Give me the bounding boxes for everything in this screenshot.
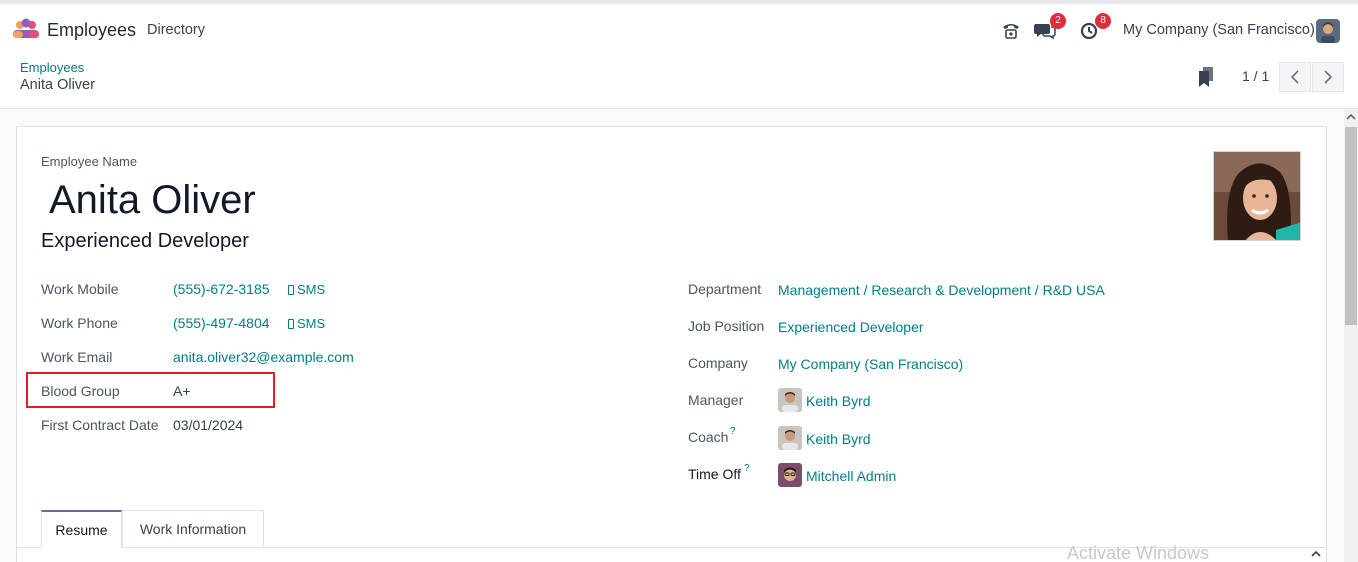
employees-app-icon[interactable] [12, 18, 40, 40]
employee-photo[interactable] [1213, 151, 1301, 241]
manager-avatar[interactable] [778, 388, 802, 412]
company-link[interactable]: My Company (San Francisco) [778, 356, 963, 372]
time-off-link[interactable]: Mitchell Admin [806, 468, 896, 484]
tab-work-information-label: Work Information [139, 521, 247, 537]
company-label: Company [688, 355, 748, 371]
first-contract-date-field[interactable]: 03/01/2024 [173, 417, 243, 433]
department-label: Department [688, 281, 762, 297]
breadcrumb-parent[interactable]: Employees [20, 60, 84, 75]
top-navbar: Employees Directory 2 8 My Company (San … [0, 0, 1358, 54]
tab-work-information[interactable]: Work Information [122, 510, 264, 548]
menu-directory[interactable]: Directory [147, 22, 205, 38]
chevron-left-icon [1290, 70, 1299, 84]
activity-clock-icon[interactable]: 8 [1078, 13, 1111, 42]
employee-name-field[interactable]: Anita Oliver [49, 177, 256, 223]
tab-resume-label: Resume [55, 521, 108, 538]
work-phone-sms-button[interactable]: SMS [288, 316, 325, 331]
company-switcher[interactable]: My Company (San Francisco) [1123, 22, 1315, 38]
mobile-icon [288, 318, 294, 329]
breadcrumb-current: Anita Oliver [20, 77, 95, 93]
mobile-icon [288, 284, 294, 295]
coach-avatar[interactable] [778, 426, 802, 450]
bookmark-icon[interactable] [1197, 66, 1215, 88]
sms-label: SMS [297, 282, 326, 297]
chat-icon[interactable]: 2 [1033, 13, 1066, 42]
time-off-help-icon[interactable]: ? [744, 463, 750, 474]
tab-resume[interactable]: Resume [41, 510, 122, 548]
work-phone-label: Work Phone [41, 315, 118, 331]
coach-link[interactable]: Keith Byrd [806, 431, 871, 447]
employee-name-label: Employee Name [41, 154, 138, 169]
coach-label: Coach [688, 429, 729, 445]
scroll-up-arrow-icon[interactable] [1346, 112, 1356, 122]
pager-next-button[interactable] [1312, 62, 1344, 92]
sms-label: SMS [297, 316, 326, 331]
pager-previous-button[interactable] [1279, 62, 1311, 92]
blood-group-field[interactable]: A+ [173, 383, 191, 399]
scrollbar-thumb[interactable] [1345, 127, 1357, 325]
job-position-link[interactable]: Experienced Developer [778, 319, 924, 335]
work-email-link[interactable]: anita.oliver32@example.com [173, 349, 354, 365]
phone-icon[interactable] [999, 18, 1023, 42]
activity-badge: 8 [1095, 13, 1111, 29]
first-contract-date-label: First Contract Date [41, 417, 159, 433]
work-mobile-label: Work Mobile [41, 281, 119, 297]
job-title-field[interactable]: Experienced Developer [41, 230, 249, 253]
manager-link[interactable]: Keith Byrd [806, 393, 871, 409]
user-avatar[interactable] [1316, 19, 1340, 43]
chat-badge: 2 [1050, 13, 1066, 29]
activate-windows-watermark: Activate Windows [1067, 543, 1210, 562]
work-phone-link[interactable]: (555)-497-4804 [173, 315, 270, 331]
app-name[interactable]: Employees [47, 20, 136, 41]
blood-group-label: Blood Group [41, 383, 120, 399]
job-position-label: Job Position [688, 318, 765, 334]
department-link[interactable]: Management / Research & Development / R&… [778, 282, 1105, 298]
time-off-label: Time Off [688, 466, 741, 482]
work-email-label: Work Email [41, 349, 113, 365]
chevron-up-icon[interactable] [1310, 548, 1322, 560]
pager-value[interactable]: 1 / 1 [1242, 68, 1269, 84]
work-mobile-link[interactable]: (555)-672-3185 [173, 281, 270, 297]
time-off-avatar[interactable] [778, 463, 802, 487]
manager-label: Manager [688, 392, 744, 408]
coach-help-icon[interactable]: ? [730, 426, 736, 437]
work-mobile-sms-button[interactable]: SMS [288, 282, 325, 297]
chevron-right-icon [1324, 70, 1333, 84]
